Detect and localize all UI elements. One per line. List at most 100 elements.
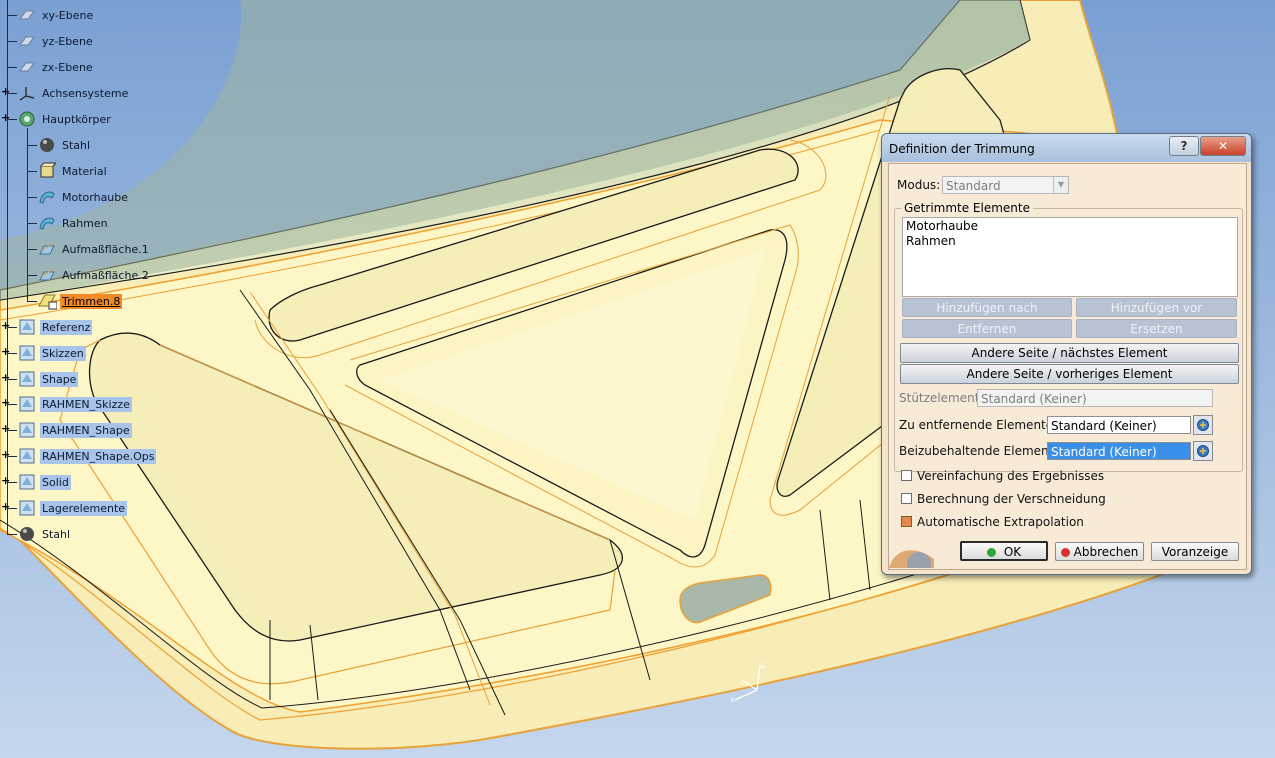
tree-item-label: zx-Ebene [42,60,93,74]
tree-item[interactable]: Achsensysteme [17,83,130,103]
specification-tree: xy-Ebene yz-Ebene zx-Ebene + Achsensysteme + H… [0,0,260,560]
offset-surface-icon [37,266,57,284]
tree-item[interactable]: Aufmaßfläche.1 [37,239,151,259]
cancel-button[interactable]: Abbrechen [1055,542,1144,561]
tree-item[interactable]: Skizzen [17,343,86,363]
tree-item[interactable]: yz-Ebene [17,31,95,51]
tree-item-label: Stahl [62,138,91,152]
tree-item[interactable]: Rahmen [37,213,110,233]
simplify-label: Vereinfachung des Ergebnisses [917,469,1105,483]
tree-item-label: xy-Ebene [42,8,94,22]
plane-icon [17,32,37,50]
surface-icon [37,188,57,206]
tree-item-label: RAHMEN_Shape.Ops [40,448,157,464]
remove-button[interactable]: Entfernen [902,319,1072,338]
tree-item-label: yz-Ebene [42,34,93,48]
tree-item-label: RAHMEN_Shape [40,422,132,438]
modus-value: Standard [946,179,1001,193]
tree-item-label: Solid [40,474,71,490]
close-button[interactable]: ✕ [1200,136,1246,156]
chevron-down-icon: ▼ [1053,177,1068,193]
tree-item-label: Material [62,164,107,178]
tree-item[interactable]: Material [37,161,109,181]
trimmed-elements-label: Getrimmte Elemente [901,201,1033,215]
tree-item-label: Trimmen.8 [60,293,123,309]
tree-item-label: Rahmen [62,216,108,230]
tree-item[interactable]: Solid [17,472,71,492]
list-item[interactable]: Rahmen [906,234,956,248]
tree-item[interactable]: zx-Ebene [17,57,95,77]
select-elements-icon[interactable] [1193,441,1213,461]
material-box-icon [37,162,57,180]
tree-item[interactable]: Shape [17,369,79,389]
plane-icon [17,58,37,76]
help-button[interactable]: ? [1169,136,1199,156]
tree-item[interactable]: Motorhaube [37,187,130,207]
select-elements-icon[interactable] [1193,415,1213,435]
tree-item-label: Aufmaßfläche.2 [62,268,149,282]
add-before-button[interactable]: Hinzufügen vor [1076,298,1237,317]
other-side-next-button[interactable]: Andere Seite / nächstes Element [900,343,1239,363]
geometric-set-icon [17,421,37,439]
tree-item[interactable]: xy-Ebene [17,5,95,25]
offset-surface-icon [37,240,57,258]
geometric-set-icon [17,499,37,517]
ok-icon [986,548,996,557]
geometric-set-icon [17,447,37,465]
support-field[interactable]: Standard (Keiner) [977,389,1213,407]
tree-item[interactable]: Trimmen.8 [37,291,123,311]
tree-item[interactable]: RAHMEN_Skizze [17,394,132,414]
tree-item[interactable]: RAHMEN_Shape [17,420,132,440]
gear-body-icon [17,110,37,128]
material-sphere-icon [37,136,57,154]
tree-item[interactable]: Referenz [17,317,93,337]
keep-elements-label: Beizubehaltende Elemente: [899,444,1065,458]
tree-item[interactable]: Lagerelemente [17,498,128,518]
keep-elements-field[interactable]: Standard (Keiner) [1047,442,1191,460]
geometric-set-icon [17,318,37,336]
list-item[interactable]: Motorhaube [906,219,978,233]
tree-item[interactable]: Stahl [17,524,72,544]
surface-icon [37,214,57,232]
cancel-icon [1060,548,1070,557]
other-side-prev-button[interactable]: Andere Seite / vorheriges Element [900,364,1239,384]
svg-text:z: z [761,661,765,670]
intersection-checkbox[interactable] [901,493,912,504]
support-label: Stützelement: [899,391,984,405]
trimmed-elements-list[interactable]: Motorhaube Rahmen [902,217,1238,297]
tree-item-label: Skizzen [40,345,86,361]
intersection-label: Berechnung der Verschneidung [917,492,1106,506]
geometric-set-icon [17,395,37,413]
dialog-title-bar[interactable]: Definition der Trimmung ? ✕ [882,134,1251,162]
plane-icon [17,6,37,24]
geometric-set-icon [17,473,37,491]
ok-button[interactable]: OK [960,541,1048,561]
extrapolation-label: Automatische Extrapolation [917,515,1084,529]
simplify-checkbox[interactable] [901,470,912,481]
tree-item[interactable]: RAHMEN_Shape.Ops [17,446,157,466]
tree-item-label: Motorhaube [62,190,129,204]
trim-definition-dialog: Definition der Trimmung ? ✕ Modus: Stand… [881,133,1252,575]
trim-icon [37,292,57,310]
material-sphere-icon [17,525,37,543]
cancel-label: Abbrechen [1073,545,1139,559]
tree-item-label: RAHMEN_Skizze [40,396,132,412]
tree-item-label: Referenz [40,319,93,335]
tree-item-label: Lagerelemente [40,500,128,516]
tree-item[interactable]: Aufmaßfläche.2 [37,265,151,285]
svg-text:x: x [730,695,735,704]
catia-logo-icon [889,550,934,568]
modus-select[interactable]: Standard ▼ [942,176,1069,194]
ok-label: OK [1003,545,1022,559]
replace-button[interactable]: Ersetzen [1076,319,1237,338]
remove-elements-field[interactable]: Standard (Keiner) [1047,416,1191,434]
remove-elements-label: Zu entfernende Elemente: [899,418,1058,432]
tree-item[interactable]: Stahl [37,135,92,155]
tree-item[interactable]: Hauptkörper [17,109,113,129]
geometric-set-icon [17,370,37,388]
extrapolation-checkbox[interactable] [901,516,912,527]
preview-button[interactable]: Voranzeige [1151,542,1239,561]
dialog-body: Modus: Standard ▼ Getrimmte Elemente Mot… [888,163,1247,570]
axis-system-icon [17,84,37,102]
add-after-button[interactable]: Hinzufügen nach [902,298,1072,317]
